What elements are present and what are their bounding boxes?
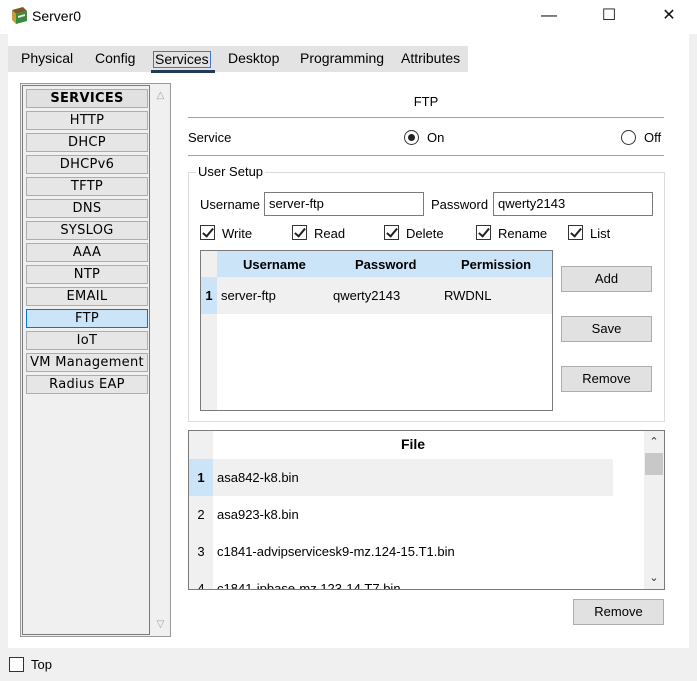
top-label[interactable]: Top <box>31 657 52 672</box>
tab-services[interactable]: Services <box>153 51 211 68</box>
sidebar-item-syslog[interactable]: SYSLOG <box>26 221 148 240</box>
maximize-button[interactable]: ☐ <box>586 0 632 32</box>
list-label[interactable]: List <box>590 226 610 241</box>
cell-permission: RWDNL <box>444 288 492 303</box>
file-row[interactable]: c1841-ipbase-mz.123-14.T7.bin <box>213 570 613 590</box>
close-button[interactable]: ✕ <box>646 0 692 32</box>
minimize-button[interactable]: — <box>526 0 572 32</box>
file-scrollbar[interactable]: ⌃ ⌄ <box>644 431 664 589</box>
cell-username: server-ftp <box>221 288 276 303</box>
chevron-down-icon[interactable]: ⌄ <box>648 572 660 584</box>
file-row-number: 4 <box>197 581 205 590</box>
service-divider <box>188 155 664 156</box>
sidebar-item-dhcp[interactable]: DHCP <box>26 133 148 152</box>
service-on-radio[interactable] <box>404 130 419 145</box>
file-row-number: 1 <box>189 459 213 496</box>
window-title: Server0 <box>32 8 82 24</box>
sidebar-item-aaa[interactable]: AAA <box>26 243 148 262</box>
file-row[interactable]: asa923-k8.bin <box>213 496 613 533</box>
write-label[interactable]: Write <box>222 226 252 241</box>
tab-programming[interactable]: Programming <box>300 50 384 66</box>
cell-password: qwerty2143 <box>333 288 401 303</box>
sidebar-item-ntp[interactable]: NTP <box>26 265 148 284</box>
scroll-thumb[interactable] <box>645 453 663 475</box>
username-label: Username <box>200 197 260 212</box>
services-list: SERVICES HTTP DHCP DHCPv6 TFTP DNS SYSLO… <box>22 85 150 635</box>
remove-user-button[interactable]: Remove <box>561 366 652 392</box>
service-on-label[interactable]: On <box>427 130 444 145</box>
sidebar-item-tftp[interactable]: TFTP <box>26 177 148 196</box>
sidebar-item-email[interactable]: EMAIL <box>26 287 148 306</box>
remove-file-button[interactable]: Remove <box>573 599 664 625</box>
read-label[interactable]: Read <box>314 226 345 241</box>
server-app-icon <box>12 7 27 24</box>
user-table-header: Username Password Permission <box>217 251 552 277</box>
title-divider <box>188 117 664 118</box>
chevron-up-icon[interactable]: ⌃ <box>648 436 660 448</box>
chevron-down-icon[interactable]: ▽ <box>155 619 166 630</box>
active-tab-indicator <box>151 70 215 73</box>
file-row-number: 3 <box>197 544 205 559</box>
sidebar-item-ftp[interactable]: FTP <box>26 309 148 328</box>
file-name: asa923-k8.bin <box>217 507 299 522</box>
tab-config[interactable]: Config <box>95 50 135 66</box>
read-checkbox[interactable] <box>292 225 307 240</box>
file-name: c1841-ipbase-mz.123-14.T7.bin <box>217 581 401 590</box>
table-row[interactable]: server-ftp qwerty2143 RWDNL <box>217 277 552 314</box>
row-number: 1 <box>201 277 217 314</box>
tab-desktop[interactable]: Desktop <box>228 50 279 66</box>
file-name: asa842-k8.bin <box>217 470 299 485</box>
sidebar-item-dns[interactable]: DNS <box>26 199 148 218</box>
add-button[interactable]: Add <box>561 266 652 292</box>
rename-label[interactable]: Rename <box>498 226 547 241</box>
sidebar-item-vm-management[interactable]: VM Management <box>26 353 148 372</box>
header-password[interactable]: Password <box>355 257 416 272</box>
chevron-up-icon[interactable]: △ <box>155 90 166 101</box>
sidebar-item-dhcpv6[interactable]: DHCPv6 <box>26 155 148 174</box>
file-header[interactable]: File <box>213 431 613 457</box>
user-setup-title: User Setup <box>196 164 266 179</box>
header-permission[interactable]: Permission <box>461 257 531 272</box>
save-button[interactable]: Save <box>561 316 652 342</box>
title-bar: Server0 — ☐ ✕ <box>0 0 697 34</box>
sidebar-item-radius-eap[interactable]: Radius EAP <box>26 375 148 394</box>
ftp-title: FTP <box>413 94 439 109</box>
service-off-label[interactable]: Off <box>644 130 661 145</box>
tab-physical[interactable]: Physical <box>21 50 73 66</box>
services-header: SERVICES <box>26 89 148 108</box>
top-checkbox[interactable] <box>9 657 24 672</box>
file-name: c1841-advipservicesk9-mz.124-15.T1.bin <box>217 544 455 559</box>
sidebar-scrollbar[interactable]: △ ▽ <box>151 84 170 636</box>
delete-checkbox[interactable] <box>384 225 399 240</box>
username-input[interactable]: server-ftp <box>264 192 424 216</box>
services-sidebar: SERVICES HTTP DHCP DHCPv6 TFTP DNS SYSLO… <box>20 83 171 637</box>
tab-attributes[interactable]: Attributes <box>401 50 460 66</box>
password-input[interactable]: qwerty2143 <box>493 192 653 216</box>
sidebar-item-iot[interactable]: IoT <box>26 331 148 350</box>
file-row-number: 2 <box>197 507 205 522</box>
write-checkbox[interactable] <box>200 225 215 240</box>
service-off-radio[interactable] <box>621 130 636 145</box>
file-table[interactable]: File 1 asa842-k8.bin 2 asa923-k8.bin 3 c… <box>188 430 665 590</box>
list-checkbox[interactable] <box>568 225 583 240</box>
file-row[interactable]: asa842-k8.bin <box>213 459 613 496</box>
sidebar-item-http[interactable]: HTTP <box>26 111 148 130</box>
password-label: Password <box>431 197 489 212</box>
row-number-column <box>201 251 217 410</box>
header-username[interactable]: Username <box>243 257 306 272</box>
delete-label[interactable]: Delete <box>406 226 444 241</box>
service-label: Service <box>188 130 232 145</box>
rename-checkbox[interactable] <box>476 225 491 240</box>
user-table[interactable]: Username Password Permission 1 server-ft… <box>200 250 553 411</box>
file-row[interactable]: c1841-advipservicesk9-mz.124-15.T1.bin <box>213 533 613 570</box>
